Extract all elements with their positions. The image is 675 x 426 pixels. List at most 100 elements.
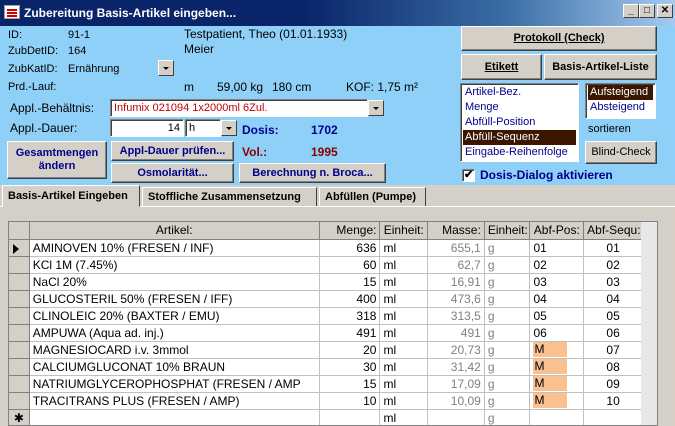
blind-check-button[interactable]: Blind-Check: [585, 141, 657, 164]
row-selector[interactable]: [9, 273, 30, 291]
cell-einheit2[interactable]: g: [484, 324, 531, 342]
cell-einheit2[interactable]: g: [484, 375, 531, 393]
col-header-einheit2[interactable]: Einheit:: [484, 222, 531, 240]
cell-einheit2[interactable]: g: [484, 358, 531, 376]
grid-vertical-scrollbar[interactable]: [641, 222, 657, 425]
row-selector[interactable]: [9, 392, 30, 410]
cell-abf-sequ[interactable]: 03: [583, 273, 643, 291]
cell-einheit[interactable]: ml: [379, 341, 429, 359]
sort-field-item[interactable]: Abfüll-Position: [463, 115, 576, 130]
new-row-marker-icon[interactable]: ✱: [9, 409, 30, 425]
table-row[interactable]: CALCIUMGLUCONAT 10% BRAUN 30 ml 31,42 g M 08: [9, 358, 643, 376]
dauer-unit-combobox[interactable]: h: [185, 119, 221, 137]
sort-order-item[interactable]: Absteigend: [588, 100, 653, 115]
cell-abf-sequ[interactable]: 05: [583, 307, 643, 325]
tab-stoffliche-zusammensetzung[interactable]: Stoffliche Zusammensetzung: [142, 187, 317, 207]
cell-masse[interactable]: 491: [427, 324, 485, 342]
table-row[interactable]: AMPUWA (Aqua ad. inj.) 491 ml 491 g 06 06: [9, 324, 643, 342]
cell-menge[interactable]: 10: [319, 392, 381, 410]
cell-abf-sequ[interactable]: 09: [583, 375, 643, 393]
cell-einheit2[interactable]: g: [484, 307, 531, 325]
cell-einheit2[interactable]: g: [484, 409, 531, 425]
cell-einheit2[interactable]: g: [484, 256, 531, 274]
col-header-einheit[interactable]: Einheit:: [379, 222, 429, 240]
behaeltnis-dropdown-button[interactable]: [368, 100, 384, 116]
table-row[interactable]: TRACITRANS PLUS (FRESEN / AMP) 10 ml 10,09 g…: [9, 392, 643, 410]
cell-masse[interactable]: 313,5: [427, 307, 485, 325]
cell-einheit[interactable]: ml: [379, 324, 429, 342]
cell-einheit[interactable]: ml: [379, 239, 429, 257]
tab-basis-artikel[interactable]: Basis-Artikel Eingeben: [2, 185, 140, 207]
cell-masse[interactable]: 655,1: [427, 239, 485, 257]
cell-artikel[interactable]: [29, 409, 320, 425]
cell-abf-sequ[interactable]: [583, 409, 643, 425]
cell-artikel[interactable]: TRACITRANS PLUS (FRESEN / AMP): [29, 392, 320, 410]
etikett-button[interactable]: Etikett: [461, 54, 542, 80]
cell-abf-pos[interactable]: 03: [529, 273, 585, 291]
cell-artikel[interactable]: AMPUWA (Aqua ad. inj.): [29, 324, 320, 342]
cell-masse[interactable]: 16,91: [427, 273, 485, 291]
zubkat-dropdown-button[interactable]: [158, 60, 174, 76]
sort-order-listbox[interactable]: Aufsteigend Absteigend: [585, 83, 656, 119]
dosis-dialog-checkbox[interactable]: ✔: [462, 169, 475, 182]
article-grid[interactable]: Artikel: Menge: Einheit: Masse: Einheit:…: [8, 221, 658, 426]
protokoll-button[interactable]: Protokoll (Check): [461, 26, 657, 51]
cell-abf-pos[interactable]: 06: [529, 324, 585, 342]
tab-abfuellen-pumpe[interactable]: Abfüllen (Pumpe): [319, 187, 426, 207]
cell-abf-pos[interactable]: 02: [529, 256, 585, 274]
cell-abf-pos[interactable]: 05: [529, 307, 585, 325]
row-selector[interactable]: [9, 239, 30, 257]
sort-field-item[interactable]: Artikel-Bez.: [463, 85, 576, 100]
cell-einheit[interactable]: ml: [379, 307, 429, 325]
cell-einheit2[interactable]: g: [484, 392, 531, 410]
cell-masse[interactable]: 17,09: [427, 375, 485, 393]
table-row[interactable]: CLINOLEIC 20% (BAXTER / EMU) 318 ml 313,5 g 0…: [9, 307, 643, 325]
cell-abf-sequ[interactable]: 07: [583, 341, 643, 359]
cell-menge[interactable]: 60: [319, 256, 381, 274]
berechnung-broca-button[interactable]: Berechnung n. Broca...: [239, 163, 386, 183]
maximize-button[interactable]: □: [639, 4, 655, 18]
row-selector[interactable]: [9, 307, 30, 325]
cell-abf-sequ[interactable]: 06: [583, 324, 643, 342]
col-header-abf-pos[interactable]: Abf-Pos:: [529, 222, 585, 240]
cell-einheit[interactable]: ml: [379, 256, 429, 274]
appl-dauer-check-button[interactable]: Appl-Dauer prüfen...: [111, 141, 234, 161]
table-row[interactable]: MAGNESIOCARD i.v. 3mmol 20 ml 20,73 g M 07: [9, 341, 643, 359]
cell-einheit2[interactable]: g: [484, 273, 531, 291]
cell-abf-pos[interactable]: 04: [529, 290, 585, 308]
cell-abf-sequ[interactable]: 02: [583, 256, 643, 274]
table-row[interactable]: NaCl 20% 15 ml 16,91 g 03 03: [9, 273, 643, 291]
cell-abf-pos[interactable]: 01: [529, 239, 585, 257]
sort-field-item-selected[interactable]: Abfüll-Sequenz: [463, 130, 576, 145]
minimize-button[interactable]: _: [623, 4, 639, 18]
cell-menge[interactable]: 636: [319, 239, 381, 257]
cell-abf-sequ[interactable]: 04: [583, 290, 643, 308]
cell-abf-pos[interactable]: [529, 409, 585, 425]
row-selector[interactable]: [9, 256, 30, 274]
cell-masse[interactable]: 31,42: [427, 358, 485, 376]
sort-order-item-selected[interactable]: Aufsteigend: [588, 85, 653, 100]
behaeltnis-combobox[interactable]: Infumix 021094 1x2000ml 6Zul.: [110, 99, 368, 117]
cell-einheit[interactable]: ml: [379, 409, 429, 425]
cell-masse[interactable]: 10,09: [427, 392, 485, 410]
table-row[interactable]: AMINOVEN 10% (FRESEN / INF) 636 ml 655,1 g 01…: [9, 239, 643, 257]
cell-abf-pos[interactable]: M: [529, 341, 585, 359]
cell-masse[interactable]: 62,7: [427, 256, 485, 274]
cell-einheit2[interactable]: g: [484, 239, 531, 257]
sort-field-item[interactable]: Menge: [463, 100, 576, 115]
row-selector[interactable]: [9, 375, 30, 393]
cell-masse[interactable]: 473,6: [427, 290, 485, 308]
cell-abf-pos[interactable]: M: [529, 375, 585, 393]
dauer-unit-dropdown-button[interactable]: [221, 120, 237, 136]
cell-abf-sequ[interactable]: 01: [583, 239, 643, 257]
cell-einheit[interactable]: ml: [379, 375, 429, 393]
table-row[interactable]: KCl 1M (7.45%) 60 ml 62,7 g 02 02: [9, 256, 643, 274]
basis-artikel-liste-button[interactable]: Basis-Artikel-Liste: [544, 54, 657, 80]
cell-artikel[interactable]: CLINOLEIC 20% (BAXTER / EMU): [29, 307, 320, 325]
cell-einheit[interactable]: ml: [379, 392, 429, 410]
col-header-menge[interactable]: Menge:: [319, 222, 381, 240]
table-new-row[interactable]: ✱ ml g: [9, 409, 643, 425]
cell-menge[interactable]: 400: [319, 290, 381, 308]
col-header-abf-sequ[interactable]: Abf-Sequ:: [583, 222, 643, 240]
osmolaritaet-button[interactable]: Osmolarität...: [111, 163, 234, 183]
